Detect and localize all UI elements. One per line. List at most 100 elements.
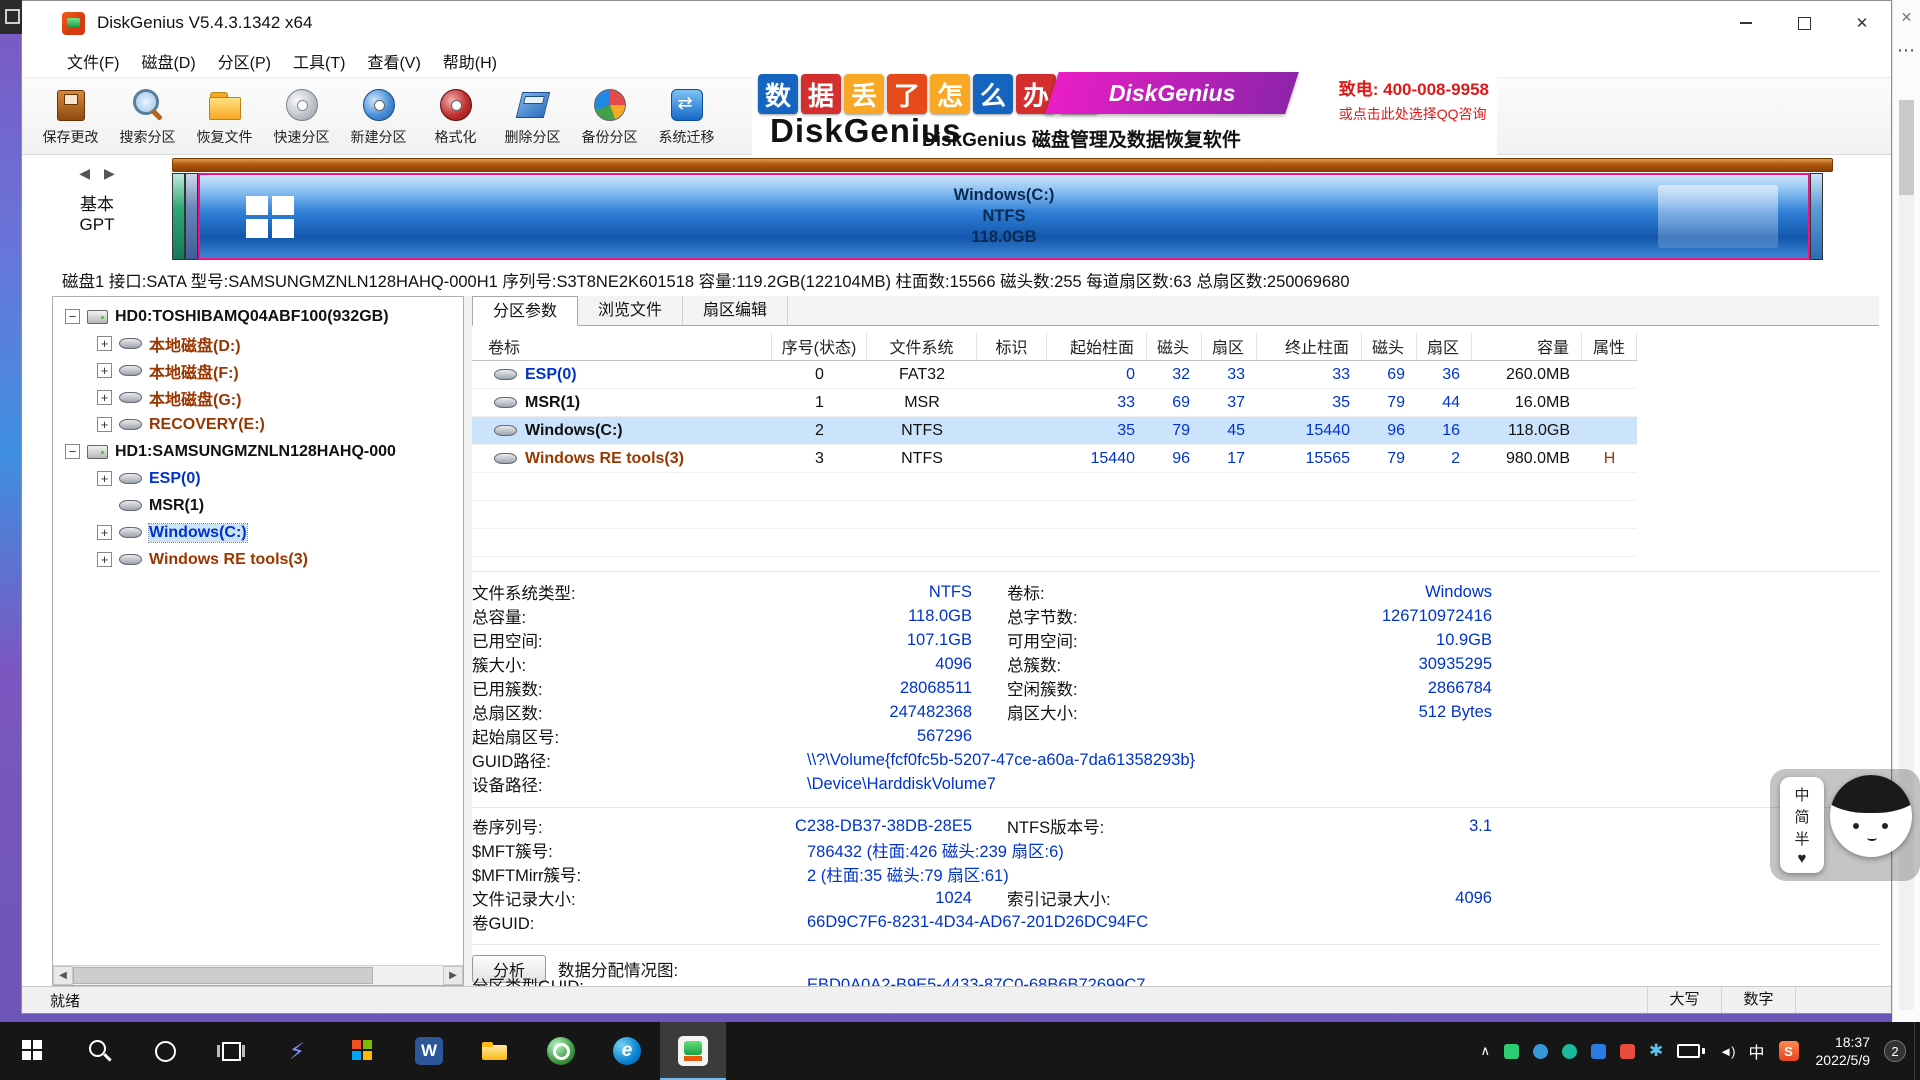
partition-block-re-tools[interactable]	[1810, 173, 1823, 260]
scroll-right-icon[interactable]: ▶	[443, 966, 463, 985]
tree-item[interactable]: RECOVERY(E:)	[53, 411, 463, 438]
tree-expand-toggle[interactable]	[97, 552, 112, 567]
volume-icon[interactable]: ◄)	[1712, 1022, 1741, 1080]
tree-item[interactable]: ESP(0)	[53, 465, 463, 492]
tree-horizontal-scrollbar[interactable]: ◀ ▶	[53, 965, 463, 985]
detail-tab[interactable]: 浏览文件	[578, 296, 683, 325]
toolbar-button[interactable]: 格式化	[417, 78, 494, 154]
word-icon[interactable]: W	[396, 1022, 462, 1080]
maximize-button[interactable]	[1775, 1, 1833, 45]
detail-tab[interactable]: 分区参数	[472, 296, 578, 326]
ime-status-item[interactable]: ♥	[1798, 850, 1807, 867]
scroll-left-icon[interactable]: ◀	[53, 966, 73, 985]
column-header[interactable]: 磁头	[1147, 332, 1202, 360]
ad-banner[interactable]: 数 据 丢 了 怎 么 办 ！ Disk	[752, 72, 1497, 156]
tree-item[interactable]: 本地磁盘(D:)	[53, 330, 463, 357]
task-view-icon[interactable]	[198, 1022, 264, 1080]
tree-item[interactable]: 本地磁盘(F:)	[53, 357, 463, 384]
menu-item[interactable]: 查看(V)	[356, 46, 431, 76]
partition-row[interactable]: Windows(C:) 2 NTFS 35 79 45 15440 96 1	[472, 417, 1637, 445]
diskgenius-taskbar-icon[interactable]	[660, 1022, 726, 1080]
ime-status-item[interactable]: 半	[1794, 828, 1809, 849]
tree-item[interactable]: MSR(1)	[53, 492, 463, 519]
menu-item[interactable]: 文件(F)	[56, 46, 130, 76]
column-header[interactable]: 磁头	[1362, 332, 1417, 360]
column-header[interactable]: 序号(状态)	[772, 332, 867, 360]
ime-status-item[interactable]: 中	[1794, 784, 1809, 805]
browser-green-icon[interactable]	[528, 1022, 594, 1080]
tree-expand-toggle[interactable]	[97, 390, 112, 405]
minimize-button[interactable]	[1717, 1, 1775, 45]
column-header[interactable]: 容量	[1472, 332, 1582, 360]
taskbar-clock[interactable]: 18:37 2022/5/9	[1806, 1033, 1881, 1069]
tree-item[interactable]: Windows(C:)	[53, 519, 463, 546]
close-button[interactable]: ✕	[1833, 1, 1891, 45]
toolbar-button[interactable]: 快速分区	[263, 78, 340, 154]
toolbar-button[interactable]: 保存更改	[32, 78, 109, 154]
partition-row[interactable]: ESP(0) 0 FAT32 0 32 33 33 69 36	[472, 361, 1637, 389]
notification-badge[interactable]: 2	[1884, 1040, 1906, 1062]
column-header[interactable]: 标识	[977, 332, 1047, 360]
tree-expand-toggle[interactable]	[65, 444, 80, 459]
partition-row[interactable]: Windows RE tools(3) 3 NTFS 15440 96 17 1…	[472, 445, 1637, 473]
sogou-icon[interactable]: S	[1772, 1022, 1806, 1080]
partition-block-windows-c[interactable]: Windows(C:) NTFS 118.0GB	[198, 173, 1810, 260]
outer-close-icon[interactable]: ✕	[1893, 0, 1920, 34]
tray-green-icon[interactable]	[1497, 1022, 1526, 1080]
column-header[interactable]: 卷标	[472, 332, 772, 360]
menu-item[interactable]: 磁盘(D)	[130, 46, 206, 76]
pinned-app-grid-icon[interactable]	[330, 1022, 396, 1080]
tree-expand-toggle[interactable]	[97, 471, 112, 486]
menu-item[interactable]: 分区(P)	[207, 46, 282, 76]
ime-assistant-avatar[interactable]	[1830, 775, 1912, 857]
partition-block-msr[interactable]	[185, 173, 198, 260]
tree-item[interactable]: Windows RE tools(3)	[53, 546, 463, 573]
tree-expand-toggle[interactable]	[97, 363, 112, 378]
toolbar-button[interactable]: 系统迁移	[648, 78, 725, 154]
column-header[interactable]: 文件系统	[867, 332, 977, 360]
tree-item[interactable]: 本地磁盘(G:)	[53, 384, 463, 411]
start-button[interactable]	[0, 1022, 66, 1080]
column-header[interactable]: 扇区	[1417, 332, 1472, 360]
tree-expand-toggle[interactable]	[65, 309, 80, 324]
tray-teal-icon[interactable]	[1555, 1022, 1584, 1080]
show-desktop-button[interactable]	[1914, 1022, 1920, 1080]
ime-status-item[interactable]: 简	[1794, 806, 1809, 827]
file-explorer-icon[interactable]	[462, 1022, 528, 1080]
tree-item[interactable]: HD0:TOSHIBAMQ04ABF100(932GB)	[53, 303, 463, 330]
menu-item[interactable]: 帮助(H)	[432, 46, 508, 76]
panel-splitter[interactable]	[464, 296, 472, 986]
tree-scrollbar-thumb[interactable]	[73, 967, 373, 984]
menu-item[interactable]: 工具(T)	[282, 46, 356, 76]
battery-icon[interactable]	[1670, 1022, 1712, 1080]
cortana-icon[interactable]	[132, 1022, 198, 1080]
edge-icon[interactable]: e	[594, 1022, 660, 1080]
tree-expand-toggle[interactable]	[97, 525, 112, 540]
detail-tab[interactable]: 扇区编辑	[683, 296, 788, 325]
taskbar-search-icon[interactable]	[66, 1022, 132, 1080]
tree-item[interactable]: HD1:SAMSUNGMZNLN128HAHQ-000	[53, 438, 463, 465]
column-header[interactable]: 扇区	[1202, 332, 1257, 360]
toolbar-button[interactable]: 删除分区	[494, 78, 571, 154]
toolbar-button[interactable]: 恢复文件	[186, 78, 263, 154]
partition-block-esp[interactable]	[172, 173, 185, 260]
ime-status-card[interactable]: 中 简 半 ♥	[1780, 777, 1824, 873]
pinned-app-lightning-icon[interactable]: ⚡	[264, 1022, 330, 1080]
tray-snowflake-icon[interactable]: ✱	[1642, 1022, 1670, 1080]
tray-red-icon[interactable]	[1613, 1022, 1642, 1080]
partition-row[interactable]: MSR(1) 1 MSR 33 69 37 35 79 44	[472, 389, 1637, 417]
ime-mode-icon[interactable]: 中	[1741, 1022, 1771, 1080]
next-disk-arrow-icon[interactable]: ▶	[104, 165, 115, 182]
tree-expand-toggle[interactable]	[97, 336, 112, 351]
toolbar-button[interactable]: 新建分区	[340, 78, 417, 154]
toolbar-button[interactable]: 备份分区	[571, 78, 648, 154]
tray-qq-icon[interactable]	[1584, 1022, 1613, 1080]
tray-blue-icon[interactable]	[1526, 1022, 1555, 1080]
column-header[interactable]: 终止柱面	[1257, 332, 1362, 360]
more-options-icon[interactable]: ⋯	[1893, 34, 1920, 66]
tree-expand-toggle[interactable]	[97, 417, 112, 432]
column-header[interactable]: 起始柱面	[1047, 332, 1147, 360]
outer-scrollbar-thumb[interactable]	[1899, 100, 1914, 195]
tray-chevron-icon[interactable]: ∧	[1474, 1022, 1498, 1080]
prev-disk-arrow-icon[interactable]: ◀	[79, 165, 90, 182]
